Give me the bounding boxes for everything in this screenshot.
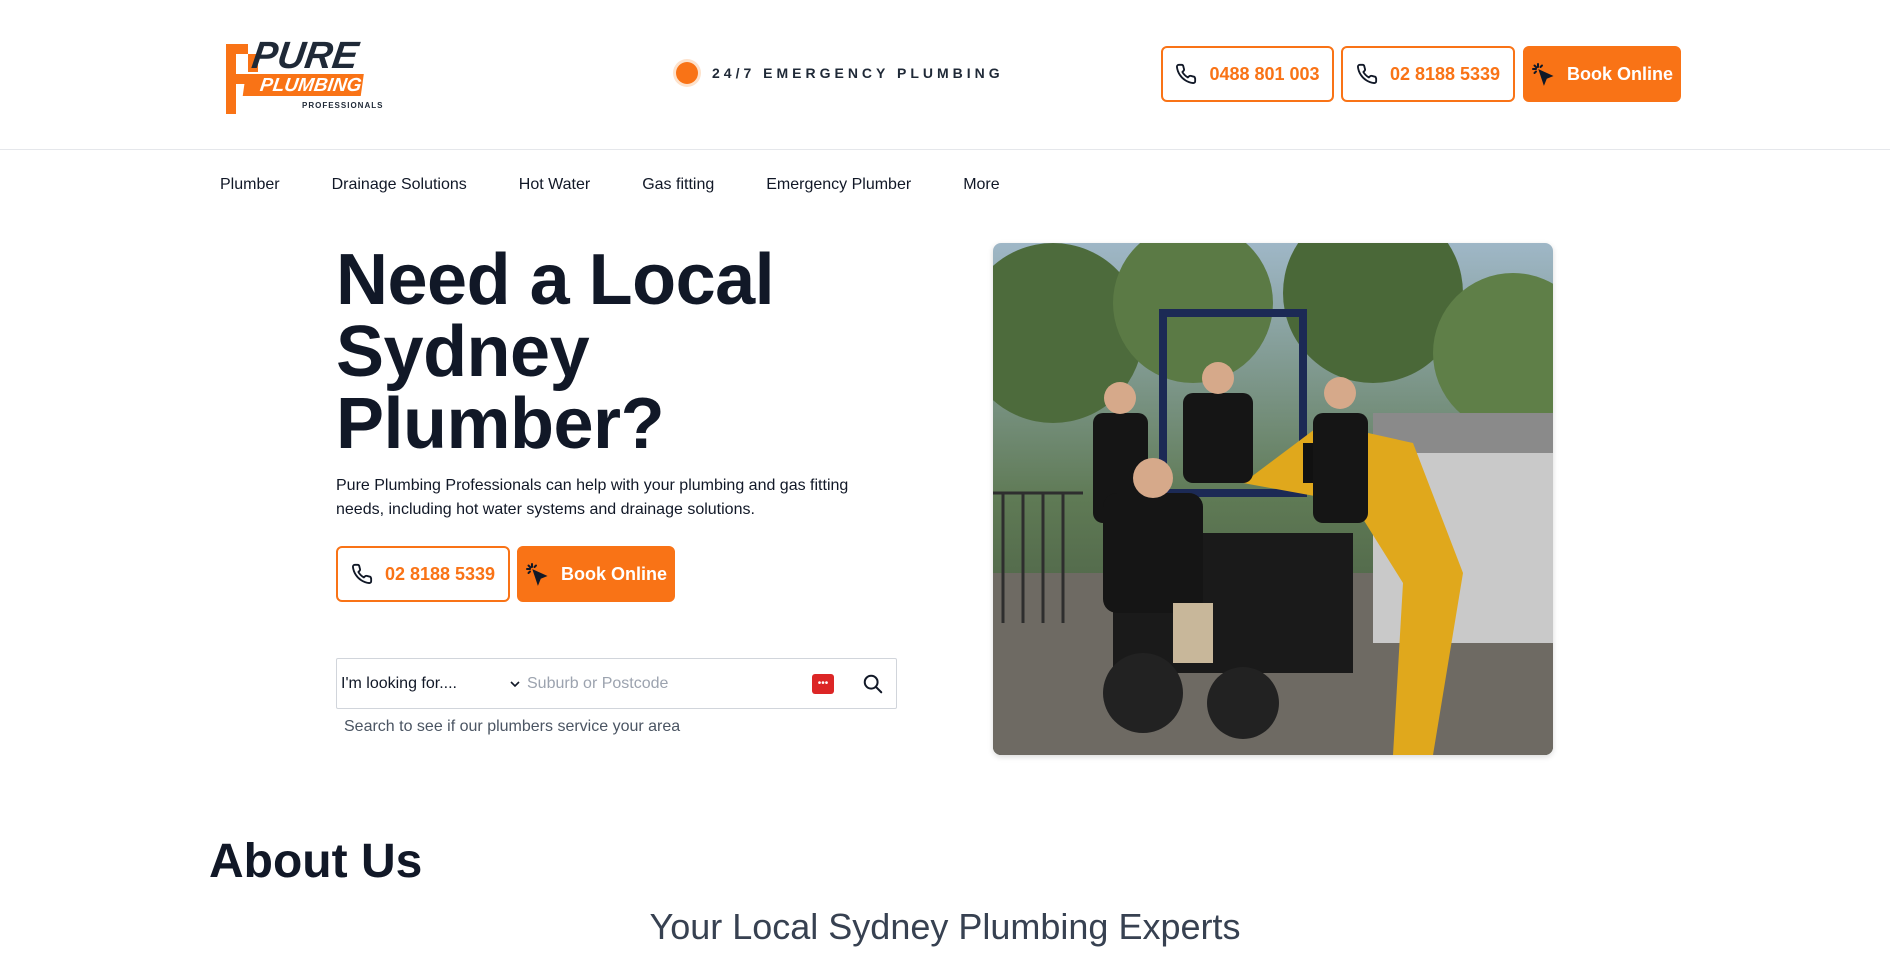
book-online-button[interactable]: Book Online (1523, 46, 1681, 102)
hero-book-online-label: Book Online (560, 563, 667, 584)
password-manager-icon[interactable]: ••• (812, 673, 834, 694)
phone-icon (351, 563, 373, 584)
service-area-search: I'm looking for.... Suburb or Postcode •… (336, 658, 897, 709)
hero-description: Pure Plumbing Professionals can help wit… (336, 477, 849, 518)
nav-label: Emergency Plumber (766, 176, 912, 193)
nav-item-drainage-solutions[interactable]: Drainage Solutions (332, 176, 467, 194)
hero-call-label: 02 8188 5339 (384, 563, 496, 584)
nav-label: Drainage Solutions (331, 176, 467, 193)
pure-plumbing-logo[interactable]: PURE PLUMBING PROFESSIONALS (222, 30, 400, 118)
emergency-banner: 24/7 EMERGENCY PLUMBING (676, 62, 1004, 84)
about-subtitle: Your Local Sydney Plumbing Experts (649, 906, 1241, 947)
svg-text:PURE: PURE (249, 34, 362, 77)
team-photo-image (993, 243, 1553, 755)
search-icon (863, 674, 883, 693)
site-header: PURE PLUMBING PROFESSIONALS 24/7 EMERGEN… (0, 0, 1890, 150)
call-landline-button[interactable]: 02 8188 5339 (1341, 46, 1515, 102)
about-title: About Us (209, 835, 423, 888)
team-photo (993, 243, 1553, 755)
click-pointer-icon (525, 563, 548, 586)
suburb-postcode-placeholder: Suburb or Postcode (527, 674, 669, 692)
phone-icon (1356, 63, 1378, 84)
nav-item-hot-water[interactable]: Hot Water (519, 176, 590, 194)
hero-call-button[interactable]: 02 8188 5339 (336, 546, 510, 602)
nav-label: Plumber (220, 176, 280, 193)
book-online-label: Book Online (1566, 63, 1673, 84)
emergency-label: 24/7 EMERGENCY PLUMBING (712, 65, 1004, 81)
search-hint: Search to see if our plumbers service yo… (344, 718, 681, 735)
nav-item-plumber[interactable]: Plumber (220, 176, 280, 194)
status-dot-icon (676, 62, 698, 84)
call-landline-label: 02 8188 5339 (1389, 63, 1501, 84)
click-pointer-icon (1531, 63, 1554, 86)
nav-label: Hot Water (518, 176, 591, 193)
call-mobile-button[interactable]: 0488 801 003 (1161, 46, 1334, 102)
search-button[interactable] (850, 659, 896, 708)
nav-item-emergency-plumber[interactable]: Emergency Plumber (766, 176, 911, 194)
phone-icon (1176, 63, 1197, 84)
service-select[interactable]: I'm looking for.... (337, 675, 523, 693)
call-mobile-label: 0488 801 003 (1209, 63, 1320, 84)
svg-text:PROFESSIONALS: PROFESSIONALS (302, 101, 383, 110)
hero-book-online-button[interactable]: Book Online (517, 546, 675, 602)
main-nav: Plumber Drainage Solutions Hot Water Gas… (220, 176, 1000, 194)
nav-item-more[interactable]: More (963, 176, 999, 194)
service-select-value: I'm looking for.... (341, 674, 457, 692)
chevron-down-icon (510, 680, 520, 687)
suburb-postcode-input[interactable]: Suburb or Postcode (523, 659, 812, 708)
nav-label: Gas fitting (642, 176, 715, 193)
nav-label: More (963, 176, 1000, 193)
hero-title: Need a Local Sydney Plumber? (336, 240, 775, 464)
svg-text:PLUMBING: PLUMBING (259, 75, 363, 96)
nav-item-gas-fitting[interactable]: Gas fitting (642, 176, 714, 194)
